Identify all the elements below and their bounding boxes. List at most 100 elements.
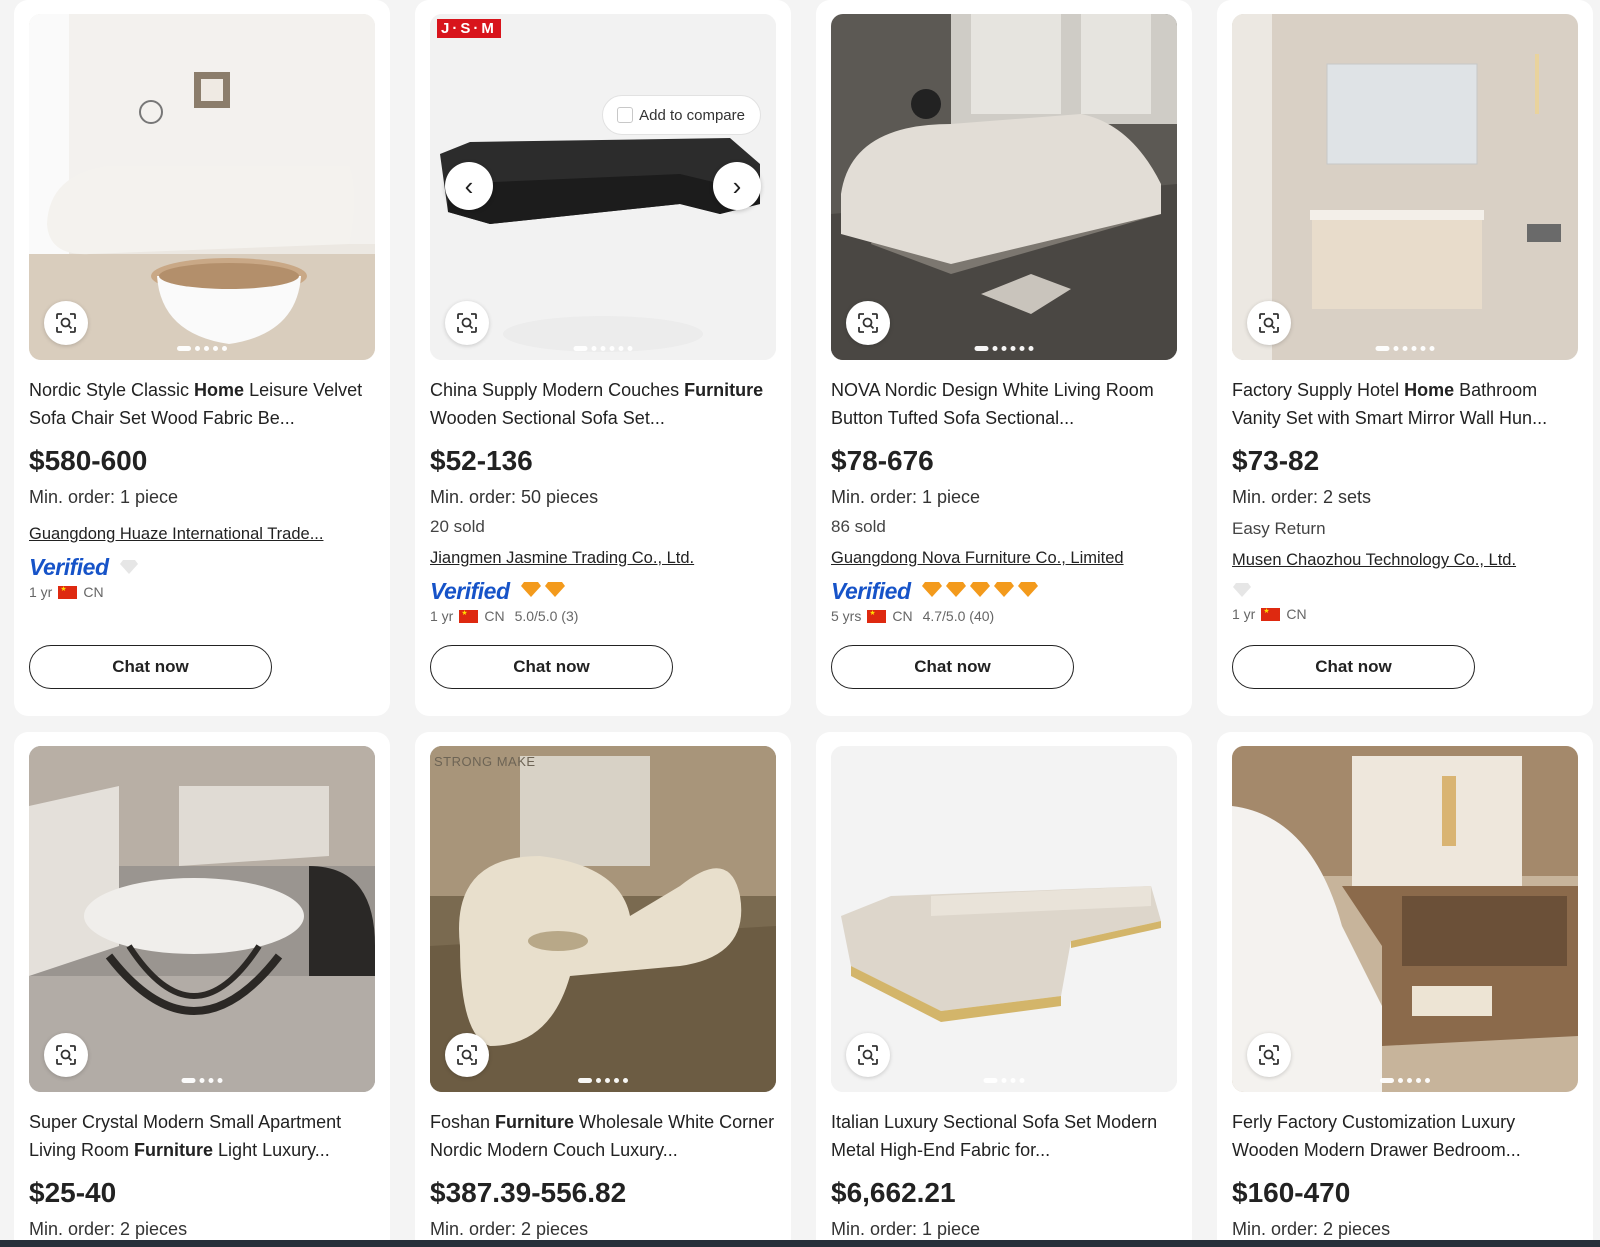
product-price: $387.39-556.82 <box>430 1177 627 1208</box>
image-search-icon <box>1259 313 1279 333</box>
image-search-icon <box>56 313 76 333</box>
product-image[interactable] <box>1232 14 1578 360</box>
years-in-business: 1 yr <box>430 608 454 624</box>
cn-flag-icon <box>58 585 78 599</box>
product-card[interactable]: Italian Luxury Sectional Sofa Set Modern… <box>816 732 1192 1247</box>
verified-badge: Verified <box>831 577 911 604</box>
carousel-dots <box>573 346 633 351</box>
sold-count: 20 sold <box>430 517 485 536</box>
supplier-link[interactable]: Musen Chaozhou Technology Co., Ltd. <box>1232 551 1578 570</box>
product-card[interactable]: Super Crystal Modern Small Apartment Liv… <box>14 732 390 1247</box>
image-search-icon <box>1259 1045 1279 1065</box>
image-search-button[interactable] <box>445 1033 489 1077</box>
product-card[interactable]: STRONG MAKE Foshan Furniture Wholesale W… <box>415 732 791 1247</box>
chevron-left-icon: ‹ <box>464 171 474 201</box>
chat-now-button[interactable]: Chat now <box>831 645 1074 689</box>
product-card[interactable]: Ferly Factory Customization Luxury Woode… <box>1217 732 1593 1247</box>
carousel-dots <box>1375 346 1435 351</box>
cn-flag-icon <box>867 609 887 623</box>
product-price: $52-136 <box>430 445 533 476</box>
image-search-button[interactable] <box>445 301 489 345</box>
brand-watermark: STRONG MAKE <box>434 754 536 769</box>
carousel-dots <box>983 1078 1025 1083</box>
carousel-prev-button[interactable]: ‹ <box>445 162 493 210</box>
product-image[interactable]: STRONG MAKE <box>430 746 776 1092</box>
gold-diamond-icon <box>921 581 1038 597</box>
product-image[interactable]: J·S·M Add to compare ‹ › <box>430 14 776 360</box>
compare-checkbox[interactable] <box>617 107 634 123</box>
supplier-rating: 5.0/5.0 (3) <box>514 608 579 624</box>
supplier-link[interactable]: Guangdong Nova Furniture Co., Limited <box>831 549 1177 568</box>
chat-now-button[interactable]: Chat now <box>29 645 272 689</box>
cn-flag-icon <box>459 609 479 623</box>
supplier-badges <box>1232 580 1578 600</box>
cn-flag-icon <box>1261 607 1281 621</box>
verified-badge: Verified <box>29 553 109 580</box>
supplier-link[interactable]: Guangdong Huaze International Trade... <box>29 525 375 544</box>
country-code: CN <box>83 584 104 600</box>
sold-count: 86 sold <box>831 517 886 536</box>
product-image[interactable] <box>831 746 1177 1092</box>
product-image[interactable] <box>29 746 375 1092</box>
product-card[interactable]: NOVA Nordic Design White Living Room But… <box>816 0 1192 716</box>
product-image[interactable] <box>1232 746 1578 1092</box>
product-price: $6,662.21 <box>831 1177 956 1208</box>
product-card[interactable]: Factory Supply Hotel Home Bathroom Vanit… <box>1217 0 1593 716</box>
product-price: $78-676 <box>831 445 934 476</box>
image-search-icon <box>56 1045 76 1065</box>
image-search-button[interactable] <box>846 1033 890 1077</box>
diamond-outline-icon <box>1233 583 1251 597</box>
compare-label: Add to compare <box>639 106 745 124</box>
image-search-button[interactable] <box>1247 301 1291 345</box>
country-code: CN <box>484 608 505 624</box>
chat-now-button[interactable]: Chat now <box>430 645 673 689</box>
product-title[interactable]: China Supply Modern Couches Furniture Wo… <box>430 376 776 432</box>
country-code: CN <box>1286 606 1307 622</box>
min-order: Min. order: 1 piece <box>29 487 179 507</box>
years-in-business: 5 yrs <box>831 608 862 624</box>
product-title[interactable]: Italian Luxury Sectional Sofa Set Modern… <box>831 1108 1177 1164</box>
supplier-meta: 1 yr CN 5.0/5.0 (3) <box>430 608 776 624</box>
gold-diamond-icon <box>520 581 565 597</box>
product-title[interactable]: Nordic Style Classic Home Leisure Velvet… <box>29 376 375 432</box>
product-card[interactable]: J·S·M Add to compare ‹ › China Supply Mo… <box>415 0 791 716</box>
image-search-button[interactable] <box>44 1033 88 1077</box>
verified-badge: Verified <box>430 577 510 604</box>
carousel-dots <box>177 346 227 351</box>
image-search-button[interactable] <box>44 301 88 345</box>
image-search-button[interactable] <box>846 301 890 345</box>
product-title[interactable]: Foshan Furniture Wholesale White Corner … <box>430 1108 776 1164</box>
chat-now-button[interactable]: Chat now <box>1232 645 1475 689</box>
years-in-business: 1 yr <box>29 584 53 600</box>
supplier-badges: Verified <box>29 554 375 580</box>
supplier-badges: Verified <box>430 578 776 604</box>
min-order: Min. order: 1 piece <box>831 487 981 507</box>
product-title[interactable]: Factory Supply Hotel Home Bathroom Vanit… <box>1232 376 1578 432</box>
product-image[interactable] <box>29 14 375 360</box>
supplier-meta: 1 yr CN <box>29 584 375 600</box>
years-in-business: 1 yr <box>1232 606 1256 622</box>
carousel-dots <box>181 1078 223 1083</box>
supplier-link[interactable]: Jiangmen Jasmine Trading Co., Ltd. <box>430 549 776 568</box>
product-card[interactable]: Nordic Style Classic Home Leisure Velvet… <box>14 0 390 716</box>
easy-return-label: Easy Return <box>1232 519 1326 538</box>
product-price: $580-600 <box>29 445 148 476</box>
carousel-dots <box>974 346 1034 351</box>
carousel-next-button[interactable]: › <box>713 162 761 210</box>
carousel-dots <box>1380 1078 1430 1083</box>
product-grid: Nordic Style Classic Home Leisure Velvet… <box>14 0 1593 1247</box>
product-title[interactable]: Ferly Factory Customization Luxury Woode… <box>1232 1108 1578 1164</box>
chevron-right-icon: › <box>732 171 742 201</box>
add-to-compare[interactable]: Add to compare <box>602 95 761 135</box>
product-title[interactable]: NOVA Nordic Design White Living Room But… <box>831 376 1177 432</box>
supplier-meta: 1 yr CN <box>1232 606 1578 622</box>
product-price: $160-470 <box>1232 1177 1351 1208</box>
image-search-icon <box>457 313 477 333</box>
diamond-outline-icon <box>119 560 138 574</box>
image-search-button[interactable] <box>1247 1033 1291 1077</box>
carousel-dots <box>578 1078 628 1083</box>
product-image[interactable] <box>831 14 1177 360</box>
supplier-rating: 4.7/5.0 (40) <box>922 608 995 624</box>
brand-logo: J·S·M <box>437 19 501 38</box>
product-title[interactable]: Super Crystal Modern Small Apartment Liv… <box>29 1108 375 1164</box>
